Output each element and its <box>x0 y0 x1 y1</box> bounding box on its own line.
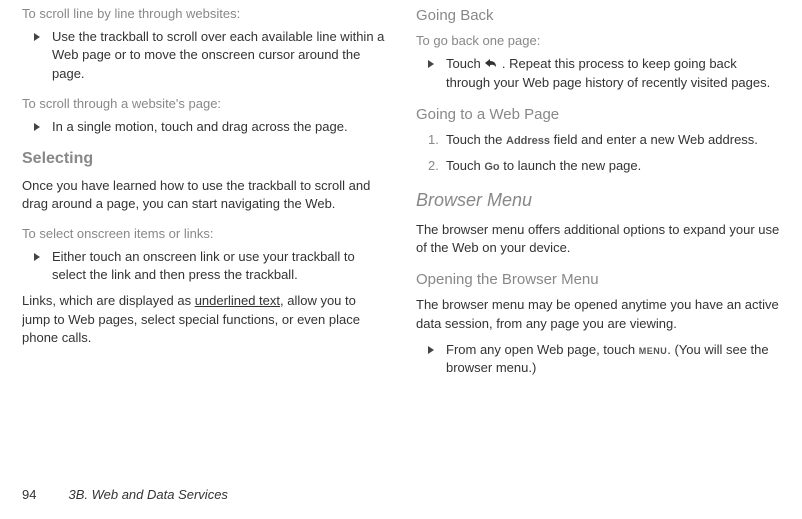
triangle-icon <box>34 248 52 284</box>
address-label: Address <box>506 135 550 147</box>
go-back-text: Touch . Repeat this process to keep goin… <box>446 55 780 92</box>
scroll-line-heading: To scroll line by line through websites: <box>22 5 386 23</box>
go-label: Go <box>484 161 499 173</box>
page-columns: To scroll line by line through websites:… <box>22 5 780 466</box>
go-back-pre: Touch <box>446 56 484 71</box>
browser-menu-body: The browser menu offers additional optio… <box>416 221 780 257</box>
links-body: Links, which are displayed as underlined… <box>22 292 386 347</box>
step1-text: Touch the Address field and enter a new … <box>446 131 780 149</box>
triangle-icon <box>428 341 446 377</box>
links-body-underlined: underlined text <box>195 293 280 308</box>
links-body-pre: Links, which are displayed as <box>22 293 195 308</box>
page-number: 94 <box>22 487 36 502</box>
list-item: From any open Web page, touch MENU. (You… <box>428 341 780 377</box>
selecting-heading: Selecting <box>22 148 386 170</box>
go-to-web-heading: Going to a Web Page <box>416 104 780 125</box>
left-column: To scroll line by line through websites:… <box>22 5 386 466</box>
right-column: Going Back To go back one page: Touch . … <box>416 5 780 466</box>
step1-pre: Touch the <box>446 132 506 147</box>
scroll-page-heading: To scroll through a website's page: <box>22 95 386 113</box>
list-item: Use the trackball to scroll over each av… <box>34 28 386 83</box>
select-items-heading: To select onscreen items or links: <box>22 225 386 243</box>
go-back-subheading: To go back one page: <box>416 32 780 50</box>
select-items-text: Either touch an onscreen link or use you… <box>52 248 386 284</box>
browser-menu-heading: Browser Menu <box>416 188 780 213</box>
step-number-2: 2. <box>428 157 446 175</box>
page-footer: 94 3B. Web and Data Services <box>22 466 780 504</box>
going-back-heading: Going Back <box>416 5 780 26</box>
step2-text: Touch Go to launch the new page. <box>446 157 780 175</box>
list-item: 2. Touch Go to launch the new page. <box>428 157 780 175</box>
triangle-icon <box>428 55 446 92</box>
back-arrow-icon <box>484 56 498 74</box>
scroll-page-text: In a single motion, touch and drag acros… <box>52 118 386 136</box>
open-menu-heading: Opening the Browser Menu <box>416 269 780 290</box>
selecting-body: Once you have learned how to use the tra… <box>22 177 386 213</box>
scroll-line-text: Use the trackball to scroll over each av… <box>52 28 386 83</box>
step2-pre: Touch <box>446 158 484 173</box>
triangle-icon <box>34 28 52 83</box>
from-any-text: From any open Web page, touch MENU. (You… <box>446 341 780 377</box>
list-item: In a single motion, touch and drag acros… <box>34 118 386 136</box>
list-item: Either touch an onscreen link or use you… <box>34 248 386 284</box>
open-menu-body: The browser menu may be opened anytime y… <box>416 296 780 332</box>
step2-post: to launch the new page. <box>500 158 642 173</box>
list-item: 1. Touch the Address field and enter a n… <box>428 131 780 149</box>
footer-title: 3B. Web and Data Services <box>68 487 227 502</box>
menu-icon: MENU <box>639 346 668 356</box>
triangle-icon <box>34 118 52 136</box>
step1-post: field and enter a new Web address. <box>550 132 758 147</box>
step-number-1: 1. <box>428 131 446 149</box>
from-any-pre: From any open Web page, touch <box>446 342 639 357</box>
list-item: Touch . Repeat this process to keep goin… <box>428 55 780 92</box>
